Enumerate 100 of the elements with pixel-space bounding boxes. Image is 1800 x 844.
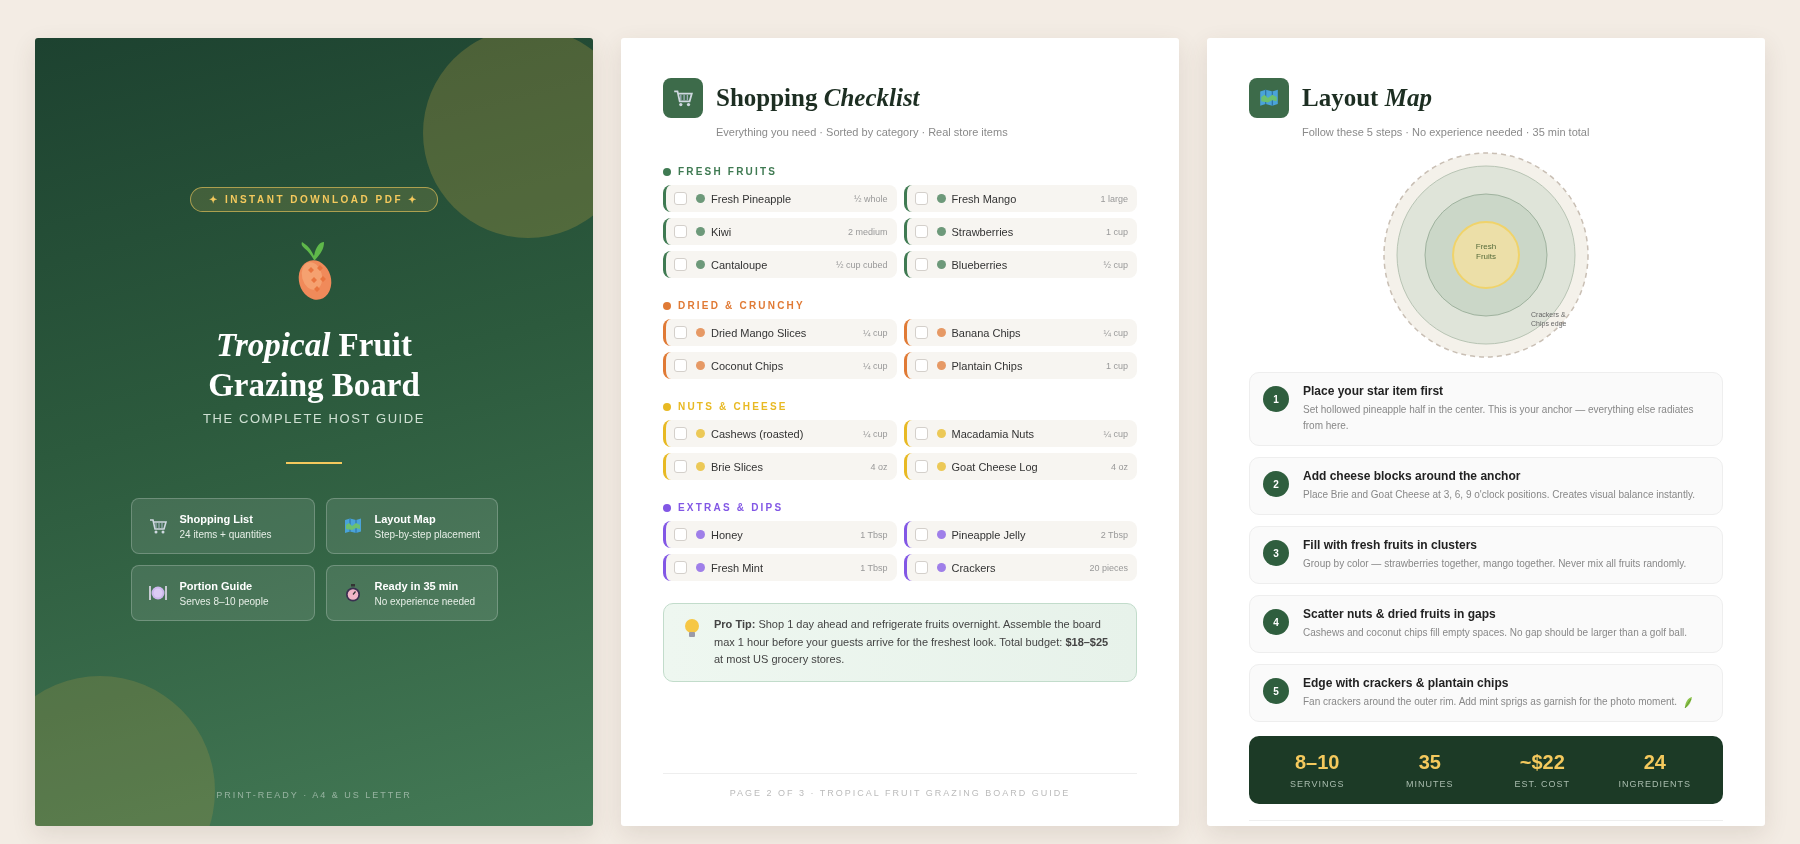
download-badge: ✦ INSTANT DOWNLOAD PDF ✦ — [190, 187, 438, 212]
item-quantity: ½ cup cubed — [835, 259, 888, 270]
item-quantity: 1 Tbsp — [860, 529, 888, 540]
item-name: Fresh Mango — [951, 192, 1017, 205]
checkbox[interactable] — [914, 225, 928, 238]
stat-value: 8–10 — [1294, 751, 1341, 774]
checklist-item[interactable]: Brie Slices 4 oz — [663, 453, 897, 480]
checklist-item[interactable]: Cashews (roasted) ¼ cup — [663, 420, 897, 447]
item-quantity: ¼ cup — [1103, 428, 1128, 439]
page-title: Layout Map — [1302, 84, 1432, 112]
checkbox[interactable] — [674, 192, 687, 205]
step-title: Edge with crackers & plantain chips — [1303, 676, 1510, 690]
page-footer: PAGE 2 OF 3 · TROPICAL FRUIT GRAZING BOARD GUIDE — [663, 773, 1137, 798]
feature-title: Shopping List — [179, 512, 254, 525]
food-icon — [696, 563, 705, 572]
checkbox[interactable] — [914, 326, 928, 339]
checklist-item[interactable]: Fresh Pineapple ½ whole — [663, 185, 897, 212]
checkbox[interactable] — [914, 561, 928, 574]
item-name: Pineapple Jelly — [951, 528, 1026, 541]
feature-title: Portion Guide — [179, 579, 254, 592]
step-number: 1 — [1263, 386, 1289, 412]
checklist-item[interactable]: Plantain Chips 1 cup — [903, 352, 1137, 379]
checklist-item[interactable]: Cantaloupe ½ cup cubed — [663, 251, 897, 278]
item-quantity: 2 medium — [848, 226, 888, 237]
checkbox[interactable] — [674, 561, 687, 574]
stat-label: INGREDIENTS — [1617, 779, 1692, 789]
step-text: Cashews and coconut chips fill empty spaces. No gap should be larger than a golf ball. — [1303, 626, 1688, 640]
checklist-item[interactable]: Strawberries 1 cup — [903, 218, 1137, 245]
feature-detail: 24 items + quantities — [179, 528, 272, 540]
food-icon — [936, 563, 946, 572]
checkbox[interactable] — [674, 427, 687, 440]
item-quantity: ¼ cup — [862, 327, 888, 338]
item-quantity: 1 cup — [1105, 226, 1128, 237]
checklist-item[interactable]: Kiwi 2 medium — [663, 218, 897, 245]
cover-title: Grazing Board — [208, 365, 420, 405]
food-icon — [936, 361, 946, 370]
item-name: Plantain Chips — [951, 359, 1023, 372]
checkbox[interactable] — [914, 528, 928, 541]
food-icon — [696, 530, 705, 539]
food-icon — [936, 227, 946, 236]
checklist-item[interactable]: Banana Chips ¼ cup — [903, 319, 1137, 346]
checkbox[interactable] — [674, 528, 687, 541]
checkbox[interactable] — [914, 359, 928, 372]
food-icon — [936, 260, 946, 269]
item-name: Crackers — [951, 561, 996, 574]
stat-label: MINUTES — [1405, 779, 1455, 789]
step-title: Fill with fresh fruits in clusters — [1303, 538, 1479, 552]
checkbox[interactable] — [914, 427, 928, 440]
item-quantity: 2 Tbsp — [1100, 529, 1128, 540]
checklist-item[interactable]: Coconut Chips ¼ cup — [663, 352, 897, 379]
item-quantity: 1 large — [1100, 193, 1128, 204]
food-icon — [696, 227, 705, 236]
step-title: Add cheese blocks around the anchor — [1303, 469, 1522, 483]
checkbox[interactable] — [674, 359, 687, 372]
checklist-item[interactable]: Fresh Mango 1 large — [903, 185, 1137, 212]
checklist-item[interactable]: Pineapple Jelly 2 Tbsp — [903, 521, 1137, 548]
food-icon — [936, 194, 946, 203]
item-quantity: 1 Tbsp — [860, 562, 888, 573]
food-icon — [696, 462, 705, 471]
checklist-item[interactable]: Honey 1 Tbsp — [663, 521, 897, 548]
checkbox[interactable] — [674, 225, 687, 238]
checklist-item[interactable]: Crackers 20 pieces — [903, 554, 1137, 581]
category-heading: NUTS & CHEESE — [678, 401, 788, 412]
item-name: Cashews (roasted) — [711, 427, 804, 440]
checklist-item[interactable]: Goat Cheese Log 4 oz — [903, 453, 1137, 480]
stat-value: ~$22 — [1518, 751, 1566, 774]
item-quantity: ½ cup — [1103, 259, 1128, 270]
checklist-item[interactable]: Macadamia Nuts ¼ cup — [903, 420, 1137, 447]
checkbox[interactable] — [914, 192, 928, 205]
checkbox[interactable] — [674, 258, 687, 271]
page-subtitle: Follow these 5 steps · No experience needed · 35 min total — [1302, 126, 1591, 138]
item-name: Kiwi — [711, 225, 732, 238]
food-icon — [936, 462, 946, 471]
checklist-item[interactable]: Dried Mango Slices ¼ cup — [663, 319, 897, 346]
checklist-item[interactable]: Blueberries ½ cup — [903, 251, 1137, 278]
checkbox[interactable] — [914, 460, 928, 473]
center-label: Fresh Fruits — [1474, 242, 1498, 262]
checkbox[interactable] — [674, 460, 687, 473]
feature-title: Ready in 35 min — [374, 579, 460, 592]
item-name: Blueberries — [951, 258, 1008, 271]
checkbox[interactable] — [914, 258, 928, 271]
item-name: Goat Cheese Log — [951, 460, 1038, 473]
item-quantity: 20 pieces — [1089, 562, 1128, 573]
checklist-item[interactable]: Fresh Mint 1 Tbsp — [663, 554, 897, 581]
category-heading: FRESH FRUITS — [678, 166, 778, 177]
step-title: Scatter nuts & dried fruits in gaps — [1303, 607, 1497, 621]
category-heading: DRIED & CRUNCHY — [678, 300, 805, 311]
stat-value: 35 — [1417, 751, 1442, 774]
checkbox[interactable] — [674, 326, 687, 339]
step-text: Place Brie and Goat Cheese at 3, 6, 9 o'clock positions. Creates visual balance instantly. — [1303, 488, 1695, 502]
step-number: 2 — [1263, 471, 1289, 497]
lightbulb-icon — [684, 618, 700, 640]
cover-subtitle: THE COMPLETE HOST GUIDE — [202, 411, 426, 427]
food-icon — [696, 194, 705, 203]
item-name: Banana Chips — [951, 326, 1021, 339]
cover-footer: PRINT-READY · A4 & US LETTER — [216, 790, 412, 800]
item-name: Honey — [711, 528, 743, 541]
stat-label: SERVINGS — [1289, 779, 1346, 789]
feature-detail: No experience needed — [374, 595, 476, 607]
step-text: Fan crackers around the outer rim. Add mint sprigs as garnish for the photo moment. — [1303, 695, 1678, 709]
